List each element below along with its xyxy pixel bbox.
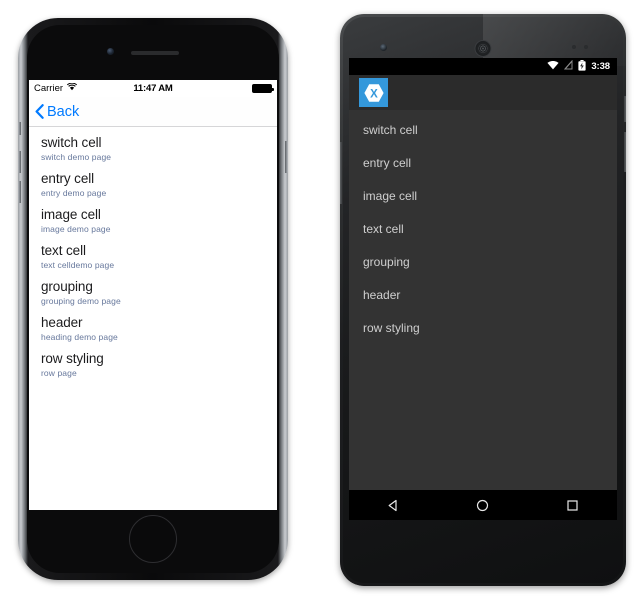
list-item-subtitle: grouping demo page (41, 296, 121, 306)
nav-recents-square-icon[interactable] (547, 498, 597, 513)
list-item[interactable]: switch cell switch demo page (29, 132, 277, 168)
ios-device-slot: Carrier 11:47 AM Back switch cell switch… (0, 0, 322, 600)
ios-navigation-bar: Back (29, 97, 277, 127)
cell-signal-off-icon (564, 59, 573, 73)
list-item-subtitle: image demo page (41, 224, 111, 234)
chevron-left-icon (35, 104, 44, 119)
back-button-label: Back (47, 103, 80, 120)
list-item-title: entry cell (41, 171, 95, 186)
list-item-subtitle: text celldemo page (41, 260, 115, 270)
light-sensor-icon (584, 45, 588, 49)
ios-clock: 11:47 AM (133, 83, 173, 94)
list-item-title: header (41, 315, 83, 330)
list-item-subtitle: heading demo page (41, 332, 118, 342)
list-item-title: switch cell (41, 135, 102, 150)
wifi-icon (547, 60, 559, 73)
list-item[interactable]: image cell image demo page (29, 204, 277, 240)
front-camera-icon (380, 44, 387, 51)
list-item-title: row styling (363, 320, 420, 335)
iphone-volume-down-button[interactable] (18, 181, 21, 203)
list-item[interactable]: header heading demo page (29, 312, 277, 348)
wifi-icon (66, 82, 78, 94)
carrier-label: Carrier (34, 83, 64, 94)
list-item[interactable]: row styling row page (29, 348, 277, 384)
android-action-bar: X (349, 75, 617, 110)
front-camera-icon (107, 48, 114, 55)
list-item-subtitle: switch demo page (41, 152, 112, 162)
android-volume-button[interactable] (624, 132, 626, 172)
android-left-side-button[interactable] (340, 142, 342, 204)
list-item-title: grouping (363, 254, 410, 269)
android-list: switch cell entry cell image cell text c… (349, 110, 617, 490)
svg-text:X: X (370, 88, 378, 100)
nav-back-triangle-icon[interactable] (369, 498, 419, 513)
android-status-bar: 3:38 (349, 58, 617, 75)
list-item[interactable]: grouping (349, 245, 617, 278)
list-item[interactable]: grouping grouping demo page (29, 276, 277, 312)
list-item-subtitle: entry demo page (41, 188, 107, 198)
list-item-title: switch cell (363, 122, 418, 137)
list-item-title: text cell (41, 243, 86, 258)
proximity-sensor-icon (572, 45, 576, 49)
ios-status-right (194, 84, 274, 93)
earpiece-speaker-icon (131, 51, 179, 55)
list-item[interactable]: text cell text celldemo page (29, 240, 277, 276)
iphone-silent-switch[interactable] (18, 122, 21, 135)
android-power-button[interactable] (624, 96, 626, 122)
list-item-title: grouping (41, 279, 93, 294)
list-item[interactable]: entry cell (349, 146, 617, 179)
battery-charging-icon (578, 59, 586, 74)
list-item-subtitle: row page (41, 368, 77, 378)
android-clock: 3:38 (591, 61, 610, 72)
earpiece-speaker-icon (474, 40, 492, 57)
back-button[interactable]: Back (35, 104, 79, 120)
list-item-title: row styling (41, 351, 104, 366)
ios-status-bar: Carrier 11:47 AM (29, 80, 277, 97)
ios-list: switch cell switch demo page entry cell … (29, 127, 277, 384)
android-device-slot: 3:38 X switch cell entry cell image cell… (322, 0, 644, 600)
ios-screen: Carrier 11:47 AM Back switch cell switch… (29, 80, 277, 510)
list-item[interactable]: text cell (349, 212, 617, 245)
list-item-title: image cell (41, 207, 101, 222)
list-item-title: header (363, 287, 401, 302)
list-item-title: entry cell (363, 155, 412, 170)
android-screen: 3:38 X switch cell entry cell image cell… (349, 58, 617, 520)
list-item-title: text cell (363, 221, 404, 236)
iphone-power-button[interactable] (285, 141, 288, 173)
nav-home-circle-icon[interactable] (458, 498, 508, 513)
android-frame: 3:38 X switch cell entry cell image cell… (340, 14, 626, 586)
list-item[interactable]: header (349, 278, 617, 311)
list-item[interactable]: image cell (349, 179, 617, 212)
list-item[interactable]: switch cell (349, 113, 617, 146)
battery-full-icon (252, 84, 274, 93)
android-navigation-bar (349, 490, 617, 520)
xamarin-logo-icon[interactable]: X (359, 78, 388, 107)
device-comparison-stage: Carrier 11:47 AM Back switch cell switch… (0, 0, 644, 600)
ios-status-left: Carrier (34, 82, 112, 94)
iphone-volume-up-button[interactable] (18, 151, 21, 173)
home-button-icon[interactable] (129, 515, 177, 563)
list-item[interactable]: row styling (349, 311, 617, 344)
list-item[interactable]: entry cell entry demo page (29, 168, 277, 204)
list-item-title: image cell (363, 188, 418, 203)
iphone-frame: Carrier 11:47 AM Back switch cell switch… (18, 18, 288, 580)
